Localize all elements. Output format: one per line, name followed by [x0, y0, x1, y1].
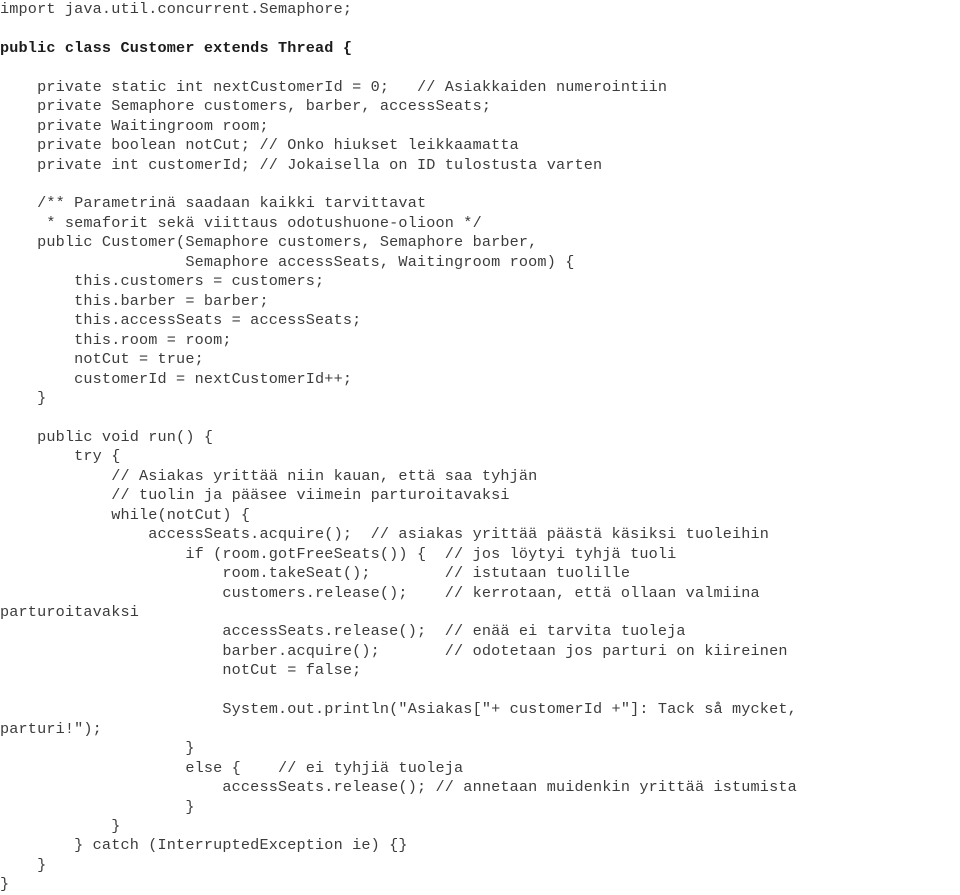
code-line: /** Parametrinä saadaan kaikki tarvittav… — [0, 194, 427, 213]
code-line: } — [0, 875, 10, 894]
code-line: if (room.gotFreeSeats()) { // jos löytyi… — [0, 544, 677, 563]
code-line: * semaforit sekä viittaus odotushuone-ol… — [0, 213, 482, 232]
code-line: private int customerId; // Jokaisella on… — [0, 155, 603, 174]
code-line: public Customer(Semaphore customers, Sem… — [0, 233, 538, 252]
code-line: customers.release(); // kerrotaan, että … — [0, 583, 760, 602]
source-code-block: import java.util.concurrent.Semaphore; p… — [0, 0, 960, 895]
code-line: private boolean notCut; // Onko hiukset … — [0, 136, 519, 155]
code-line: notCut = true; — [0, 350, 204, 369]
code-line: customerId = nextCustomerId++; — [0, 369, 353, 388]
code-line: } catch (InterruptedException ie) {} — [0, 836, 408, 855]
code-line: public class Customer extends Thread { — [0, 38, 353, 57]
code-line: accessSeats.acquire(); // asiakas yrittä… — [0, 525, 770, 544]
code-line: this.barber = barber; — [0, 291, 269, 310]
code-line: import java.util.concurrent.Semaphore; — [0, 0, 353, 18]
code-line: Semaphore accessSeats, Waitingroom room)… — [0, 252, 575, 271]
code-line: private Semaphore customers, barber, acc… — [0, 97, 492, 116]
code-line: // tuolin ja pääsee viimein parturoitava… — [0, 486, 510, 505]
code-line: } — [0, 816, 121, 835]
code-line: parturoitavaksi — [0, 602, 139, 621]
code-line: notCut = false; — [0, 661, 362, 680]
code-line: private static int nextCustomerId = 0; /… — [0, 77, 668, 96]
code-line: barber.acquire(); // odotetaan jos partu… — [0, 641, 788, 660]
code-line: this.customers = customers; — [0, 272, 325, 291]
code-line: // Asiakas yrittää niin kauan, että saa … — [0, 466, 538, 485]
code-line: accessSeats.release(); // annetaan muide… — [0, 778, 797, 797]
code-line: private Waitingroom room; — [0, 116, 269, 135]
code-line: public void run() { — [0, 427, 214, 446]
code-line: while(notCut) { — [0, 505, 251, 524]
code-listing-page: import java.util.concurrent.Semaphore; p… — [0, 0, 960, 893]
code-line: this.accessSeats = accessSeats; — [0, 311, 362, 330]
code-line: accessSeats.release(); // enää ei tarvit… — [0, 622, 686, 641]
code-line: room.takeSeat(); // istutaan tuolille — [0, 564, 631, 583]
code-line: } — [0, 739, 195, 758]
code-line: } — [0, 389, 47, 408]
code-line: this.room = room; — [0, 330, 232, 349]
code-line: try { — [0, 447, 121, 466]
code-line: } — [0, 855, 47, 874]
code-line: parturi!"); — [0, 719, 102, 738]
code-line: System.out.println("Asiakas["+ customerI… — [0, 700, 797, 719]
code-line: else { // ei tyhjiä tuoleja — [0, 758, 464, 777]
code-line: } — [0, 797, 195, 816]
